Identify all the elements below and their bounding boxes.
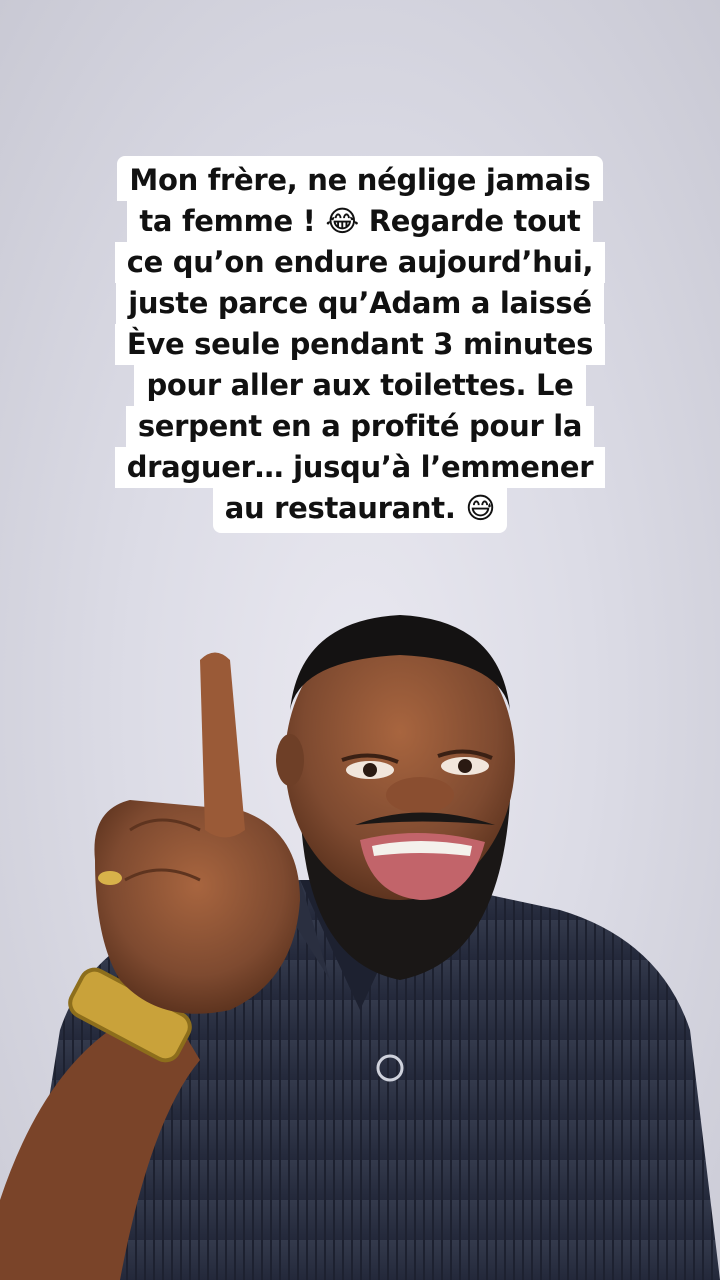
caption-line: pour aller aux toilettes. Le [134,365,586,406]
caption-line: juste parce qu’Adam a laissé [116,283,604,324]
caption-line: Ève seule pendant 3 minutes [114,324,606,365]
video-caption: Mon frère, ne néglige jamais ta femme ! … [0,156,720,533]
ring [98,871,122,885]
speaker-figure [0,615,720,1280]
caption-line: au restaurant. 😅 [212,488,508,533]
caption-line: draguer… jusqu’à l’emmener [114,447,606,488]
caption-line: Mon frère, ne néglige jamais [117,156,603,201]
video-frame[interactable]: Mon frère, ne néglige jamais ta femme ! … [0,0,720,1280]
raised-index-finger [200,652,245,838]
caption-line: ce qu’on endure aujourd’hui, [114,242,606,283]
caption-line: serpent en a profité pour la [125,406,595,447]
caption-line: ta femme ! 😂 Regarde tout [127,201,593,242]
hand [94,800,300,1014]
